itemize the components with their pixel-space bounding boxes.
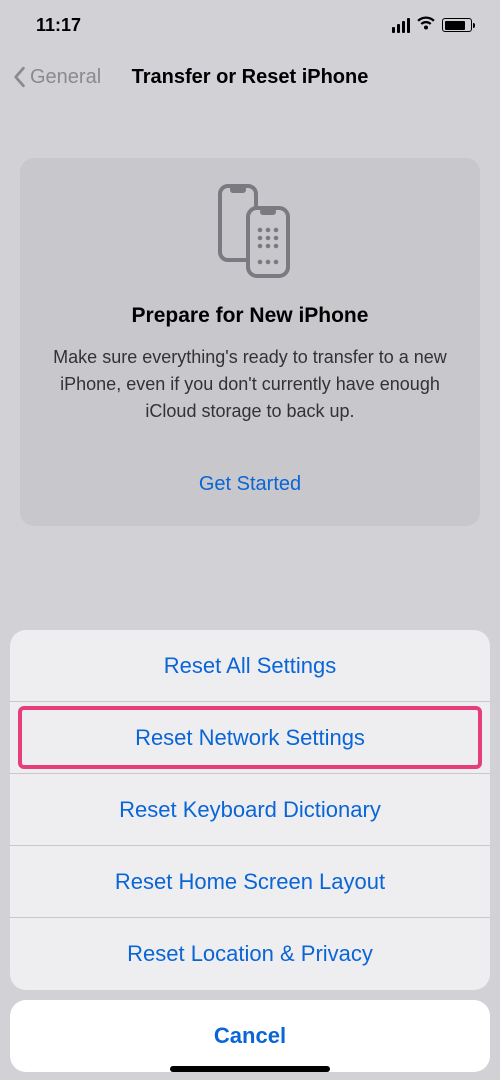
navigation-bar: General Transfer or Reset iPhone <box>0 50 500 104</box>
sheet-item-label: Reset Location & Privacy <box>127 941 373 967</box>
sheet-item-label: Reset Keyboard Dictionary <box>119 797 381 823</box>
home-indicator[interactable] <box>170 1066 330 1072</box>
battery-icon <box>442 18 472 32</box>
back-button[interactable]: General <box>12 66 101 89</box>
cancel-label: Cancel <box>214 1023 286 1049</box>
reset-action-sheet: Reset All Settings Reset Network Setting… <box>10 630 490 990</box>
sheet-item-label: Reset All Settings <box>164 653 336 679</box>
status-bar: 11:17 <box>0 0 500 50</box>
reset-home-screen-layout-button[interactable]: Reset Home Screen Layout <box>10 846 490 918</box>
cellular-signal-icon <box>392 18 410 33</box>
chevron-left-icon <box>12 66 26 88</box>
reset-location-privacy-button[interactable]: Reset Location & Privacy <box>10 918 490 990</box>
reset-keyboard-dictionary-button[interactable]: Reset Keyboard Dictionary <box>10 774 490 846</box>
card-description: Make sure everything's ready to transfer… <box>38 344 462 425</box>
devices-icon <box>38 180 462 280</box>
back-label: General <box>30 66 101 89</box>
action-sheet-container: Reset All Settings Reset Network Setting… <box>0 630 500 1080</box>
wifi-icon <box>416 15 436 36</box>
reset-all-settings-button[interactable]: Reset All Settings <box>10 630 490 702</box>
prepare-card: Prepare for New iPhone Make sure everyth… <box>20 158 480 526</box>
sheet-item-label: Reset Home Screen Layout <box>115 869 385 895</box>
cancel-button[interactable]: Cancel <box>10 1000 490 1072</box>
card-title: Prepare for New iPhone <box>38 304 462 328</box>
status-indicators <box>392 15 472 36</box>
get-started-button[interactable]: Get Started <box>38 473 462 496</box>
page-title: Transfer or Reset iPhone <box>132 66 369 89</box>
sheet-item-label: Reset Network Settings <box>135 725 365 751</box>
status-time: 11:17 <box>36 15 81 36</box>
reset-network-settings-button[interactable]: Reset Network Settings <box>10 702 490 774</box>
